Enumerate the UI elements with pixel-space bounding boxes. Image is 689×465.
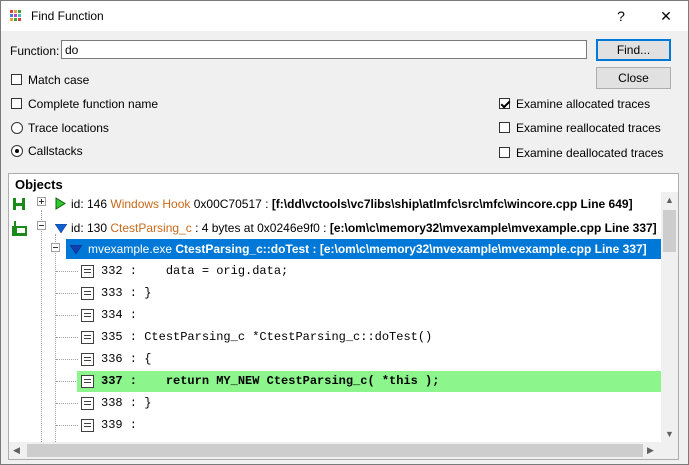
examine-allocated-label: Examine allocated traces — [516, 97, 651, 111]
tree-line — [41, 210, 42, 442]
examine-reallocated-label: Examine reallocated traces — [516, 121, 661, 135]
row1-prefix: id: 146 — [71, 197, 111, 211]
tree-branch — [56, 271, 78, 272]
line-text: : } — [122, 286, 152, 300]
source-line-icon — [81, 265, 94, 278]
line-number: 334 — [101, 308, 123, 322]
vertical-scrollbar[interactable]: ▲ ▼ — [661, 192, 678, 459]
source-line-icon — [81, 287, 94, 300]
row1-location: [f:\dd\vctools\vc7libs\ship\atlmfc\src\m… — [271, 197, 633, 211]
source-line-icon — [81, 419, 94, 432]
horizontal-scrollbar[interactable]: ◀ ▶ — [9, 442, 661, 459]
source-line-icon — [81, 375, 94, 388]
line-number: 339 — [101, 418, 123, 432]
function-input[interactable]: do — [61, 40, 587, 59]
row3-module: mvexample.exe — [88, 242, 176, 256]
callstacks-label: Callstacks — [28, 144, 83, 158]
match-case-checkbox[interactable] — [11, 74, 22, 85]
close-window-button[interactable]: ✕ — [646, 1, 686, 31]
examine-deallocated-label: Examine deallocated traces — [516, 146, 664, 160]
line-number: 335 — [101, 330, 123, 344]
source-line-icon — [81, 353, 94, 366]
examine-deallocated-checkbox[interactable] — [499, 147, 510, 158]
trace-locations-label: Trace locations — [28, 121, 109, 135]
tree-branch — [56, 425, 78, 426]
tree-branch — [56, 293, 78, 294]
line-text: : { — [122, 352, 152, 366]
tree-branch — [56, 359, 78, 360]
trace-locations-radio[interactable] — [11, 122, 23, 134]
help-button[interactable]: ? — [601, 1, 641, 31]
source-line[interactable]: 333 : } — [101, 284, 151, 302]
row3-func: CtestParsing_c::doTest : [e:\om\c\memory… — [175, 242, 647, 256]
line-number: 332 — [101, 264, 123, 278]
find-function-dialog: Find Function ? ✕ Function: do Find... C… — [0, 0, 689, 465]
title-bar: Find Function ? ✕ — [1, 1, 688, 31]
complete-function-name-label: Complete function name — [28, 97, 159, 111]
line-number: 337 — [101, 374, 123, 388]
source-line-highlighted[interactable]: 337 : return MY_NEW CtestParsing_c( *thi… — [101, 372, 439, 390]
close-button[interactable]: Close — [596, 67, 671, 89]
play-green-icon — [55, 197, 66, 210]
source-line[interactable]: 335 : CtestParsing_c *CtestParsing_c::do… — [101, 328, 432, 346]
collapse-row3-toggle[interactable] — [51, 243, 60, 252]
down-arrow-blue-icon — [55, 224, 67, 233]
function-label: Function: — [10, 44, 60, 58]
heap-hook-icon — [13, 198, 25, 210]
scroll-left-icon[interactable]: ◀ — [13, 445, 20, 456]
window-title: Find Function — [31, 9, 104, 23]
scroll-down-icon[interactable]: ▼ — [665, 429, 674, 439]
tree-branch — [56, 381, 78, 382]
source-line-icon — [81, 309, 94, 322]
row1-kind: Windows Hook — [110, 197, 191, 211]
row1-addr: 0x00C70517 : — [190, 197, 272, 211]
source-line[interactable]: 334 : — [101, 306, 137, 324]
tree-branch — [56, 337, 78, 338]
scroll-up-icon[interactable]: ▲ — [665, 195, 674, 205]
source-line-icon — [81, 331, 94, 344]
scroll-right-icon[interactable]: ▶ — [647, 445, 654, 456]
object-row-130[interactable]: id: 130 CtestParsing_c : 4 bytes at 0x02… — [71, 219, 657, 237]
row3-text: mvexample.exe CtestParsing_c::doTest : [… — [88, 239, 647, 259]
objects-title: Objects — [15, 177, 63, 192]
object-row-146[interactable]: id: 146 Windows Hook 0x00C70517 : [f:\dd… — [71, 195, 633, 213]
examine-allocated-checkbox[interactable] — [499, 98, 510, 109]
match-case-label: Match case — [28, 73, 90, 87]
heap-alloc-icon — [12, 221, 27, 236]
tree-branch — [56, 315, 78, 316]
vertical-scroll-thumb[interactable] — [663, 210, 676, 252]
find-button[interactable]: Find... — [596, 39, 671, 61]
objects-panel: Objects id: 146 Windows Hook 0x00C70517 … — [8, 173, 679, 460]
line-number: 338 — [101, 396, 123, 410]
row2-location: [e:\om\c\memory32\mvexample\mvexample.cp… — [329, 221, 657, 235]
line-text: : data = orig.data; — [122, 264, 289, 278]
tree-line — [55, 234, 56, 442]
line-text: : } — [122, 396, 152, 410]
line-text: : CtestParsing_c *CtestParsing_c::doTest… — [122, 330, 433, 344]
source-line[interactable]: 338 : } — [101, 394, 151, 412]
complete-function-name-checkbox[interactable] — [11, 98, 22, 109]
horizontal-scroll-thumb[interactable] — [27, 444, 643, 457]
row2-addr: : 4 bytes at 0x0246e9f0 : — [191, 221, 330, 235]
line-text: : return MY_NEW CtestParsing_c( *this ); — [122, 374, 440, 388]
source-line[interactable]: 336 : { — [101, 350, 151, 368]
examine-reallocated-checkbox[interactable] — [499, 122, 510, 133]
line-number: 333 — [101, 286, 123, 300]
row2-prefix: id: 130 — [71, 221, 111, 235]
line-text: : — [122, 418, 138, 432]
source-line-icon — [81, 397, 94, 410]
source-line[interactable]: 339 : — [101, 416, 137, 434]
line-text: : — [122, 308, 138, 322]
down-arrow-blue-icon — [70, 245, 82, 254]
tree-branch — [56, 403, 78, 404]
row2-kind: CtestParsing_c — [110, 221, 192, 235]
line-number: 336 — [101, 352, 123, 366]
collapse-row2-toggle[interactable] — [37, 221, 46, 230]
app-grid-icon — [10, 10, 21, 21]
expand-row1-toggle[interactable] — [37, 197, 46, 206]
callstacks-radio[interactable] — [11, 145, 23, 157]
source-line[interactable]: 332 : data = orig.data; — [101, 262, 288, 280]
callstack-row-selected[interactable]: mvexample.exe CtestParsing_c::doTest : [… — [66, 239, 661, 259]
